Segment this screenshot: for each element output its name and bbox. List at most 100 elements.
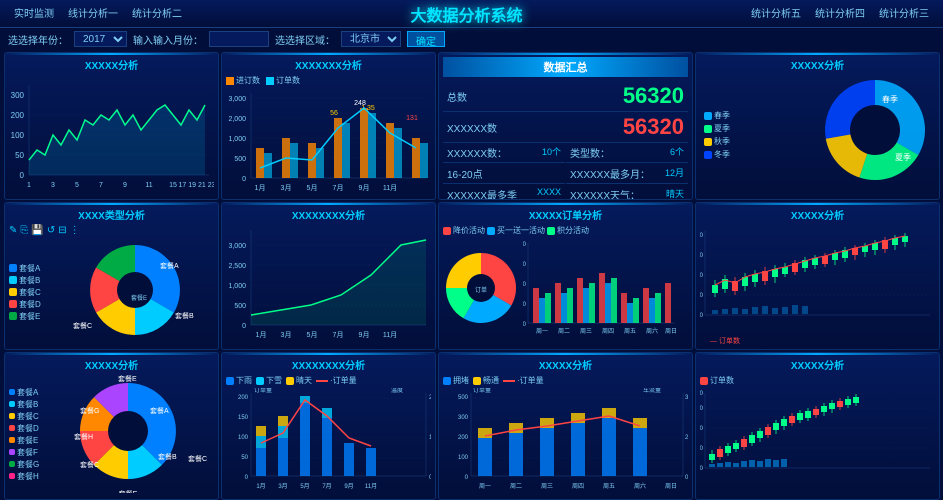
svg-text:7月: 7月 <box>333 331 344 339</box>
svg-text:0: 0 <box>429 475 431 481</box>
copy-icon[interactable]: ⎘ <box>20 225 28 236</box>
svg-text:1月: 1月 <box>255 184 266 192</box>
edit-icon[interactable]: ✎ <box>9 225 17 236</box>
legend-meal2-b: 套餐B <box>9 399 53 410</box>
svg-text:1月: 1月 <box>256 331 267 339</box>
svg-text:200: 200 <box>700 426 704 432</box>
svg-text:周六: 周六 <box>634 482 646 490</box>
svg-text:5: 5 <box>75 182 79 189</box>
svg-text:0: 0 <box>242 176 246 183</box>
save-icon[interactable]: 💾 <box>31 225 43 236</box>
summary-cell-2: 类型数：6个 <box>566 143 688 163</box>
svg-text:订单量: 订单量 <box>473 388 491 394</box>
svg-text:248: 248 <box>354 100 366 107</box>
legend-snow: 下雪 <box>256 375 282 386</box>
svg-text:9月: 9月 <box>359 331 370 339</box>
svg-text:300: 300 <box>700 253 704 259</box>
legend-winter: 冬季 <box>704 149 730 160</box>
main-grid: XXXXX分析 0 50 100 200 300 1 3 5 7 9 11 <box>0 50 943 498</box>
legend-rain: 下雨 <box>226 375 252 386</box>
svg-text:11月: 11月 <box>365 483 377 490</box>
svg-text:100: 100 <box>238 435 249 441</box>
legend-meal-d: 套餐D <box>9 299 57 310</box>
year-select[interactable]: 2017 <box>74 31 127 47</box>
legend-meal-c: 套餐C <box>9 287 57 298</box>
svg-text:7: 7 <box>99 182 103 189</box>
panel-title-9: XXXXX分析 <box>9 357 214 372</box>
controls-bar: 选选择年份： 2017 输入输入月份： 选选择区域： 北京市 确定 <box>0 28 943 50</box>
svg-text:0: 0 <box>700 466 704 472</box>
svg-text:周二: 周二 <box>510 483 522 490</box>
svg-text:5月: 5月 <box>307 331 318 339</box>
panel-stock-chart: XXXXX分析 0 100 200 300 400 <box>695 202 940 350</box>
legend-meal2-h: 套餐H <box>9 471 53 482</box>
bar-line-chart-1: 0 500 1,000 2,000 3,000 56 1,35 248 <box>226 88 431 196</box>
svg-text:0: 0 <box>700 313 704 319</box>
panel-orders-chart: XXXXX订单分析 降价活动 买一送一活动 积分活动 <box>438 202 693 350</box>
svg-text:7月: 7月 <box>322 483 331 490</box>
svg-text:周一: 周一 <box>536 328 548 335</box>
pie-seasons: 春季 夏季 <box>805 75 935 195</box>
legend-orders-count: 进订数 <box>226 75 260 86</box>
svg-text:周日: 周日 <box>665 328 677 335</box>
panel-line-chart-1: XXXXX分析 0 50 100 200 300 1 3 5 7 9 11 <box>4 52 219 200</box>
confirm-button[interactable]: 确定 <box>407 31 445 47</box>
nav-left[interactable]: 实时监测 线计分析一 统计分析二 <box>8 3 188 24</box>
svg-text:套餐H: 套餐H <box>74 432 93 441</box>
line-chart-2: 0 500 1,000 2,500 3,000 1月 3月 5月 7月 9月 1… <box>226 225 431 345</box>
candlestick-chart-2: 0 100 200 300 400 <box>700 388 935 496</box>
more-icon[interactable]: ⋮ <box>70 225 80 236</box>
panel-title-4: XXXXX分析 <box>700 57 935 72</box>
nav-realtime[interactable]: 实时监测 <box>8 3 60 24</box>
svg-text:200: 200 <box>685 435 688 441</box>
svg-text:15°C: 15°C <box>429 435 431 441</box>
nav-line-analysis[interactable]: 线计分析一 <box>62 3 124 24</box>
header: 实时监测 线计分析一 统计分析二 大数据分析系统 统计分析五 统计分析四 统计分… <box>0 0 943 28</box>
svg-text:2,500: 2,500 <box>228 263 246 270</box>
nav-stat-3[interactable]: 统计分析三 <box>873 3 935 24</box>
svg-text:17 19 21 23: 17 19 21 23 <box>179 182 214 189</box>
svg-text:周三: 周三 <box>580 328 592 335</box>
svg-text:3,000: 3,000 <box>228 96 246 103</box>
svg-text:周二: 周二 <box>558 328 570 335</box>
nav-stat-4[interactable]: 统计分析四 <box>809 3 871 24</box>
region-label: 选选择区域： <box>275 32 335 47</box>
legend-congested: 拥堵 <box>443 375 469 386</box>
month-input[interactable] <box>209 31 269 47</box>
svg-text:1,000: 1,000 <box>228 136 246 143</box>
nav-stat-2[interactable]: 统计分析二 <box>126 3 188 24</box>
svg-text:100: 100 <box>700 293 704 299</box>
panel-title-2: XXXXXXX分析 <box>226 57 431 72</box>
svg-text:300: 300 <box>458 415 469 421</box>
legend-meal2-c: 套餐C <box>9 411 53 422</box>
svg-text:131: 131 <box>406 115 418 122</box>
filter-icon[interactable]: ⊟ <box>58 225 66 236</box>
line-chart-1: 0 50 100 200 300 1 3 5 7 9 11 15 17 19 2… <box>9 75 214 193</box>
svg-text:500: 500 <box>458 395 469 401</box>
legend-single-orders: 订单数 <box>266 75 300 86</box>
svg-text:200: 200 <box>238 395 249 401</box>
svg-text:3月: 3月 <box>281 184 292 192</box>
legend-spring: 春季 <box>704 110 730 121</box>
svg-text:套餐G: 套餐G <box>80 406 99 415</box>
pie-orders: 订单 <box>443 238 523 338</box>
svg-text:3,000: 3,000 <box>228 243 246 250</box>
total-label: 总数 <box>447 89 467 104</box>
nav-stat-5[interactable]: 统计分析五 <box>745 3 807 24</box>
svg-text:500: 500 <box>523 302 527 308</box>
year-label: 选选择年份： <box>8 32 68 47</box>
svg-text:56: 56 <box>330 110 338 117</box>
refresh-icon[interactable]: ↺ <box>47 225 55 236</box>
svg-text:2,000: 2,000 <box>523 242 527 248</box>
svg-text:订单量: 订单量 <box>254 388 272 394</box>
svg-text:200: 200 <box>700 273 704 279</box>
svg-text:1: 1 <box>27 182 31 189</box>
nav-right[interactable]: 统计分析五 统计分析四 统计分析三 <box>745 3 935 24</box>
svg-text:50: 50 <box>241 455 248 461</box>
bar-orders-weekly: 0 500 1,000 1,500 2,000 <box>523 238 678 338</box>
svg-text:300: 300 <box>11 91 25 100</box>
region-select[interactable]: 北京市 <box>341 31 401 47</box>
svg-text:100: 100 <box>458 455 469 461</box>
legend-autumn: 秋季 <box>704 136 730 147</box>
panel-title-7: XXXXX订单分析 <box>443 207 688 222</box>
